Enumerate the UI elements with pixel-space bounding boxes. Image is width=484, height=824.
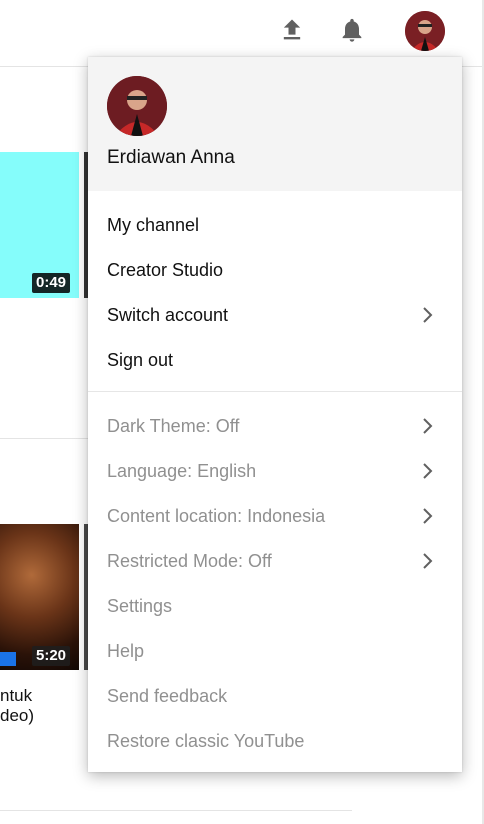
chevron-right-icon bbox=[423, 508, 433, 524]
user-avatar bbox=[107, 76, 167, 136]
menu-item-my-channel[interactable]: My channel bbox=[88, 202, 462, 247]
account-header: Erdiawan Anna bbox=[88, 57, 462, 191]
account-menu: Erdiawan Anna My channel Creator Studio … bbox=[88, 57, 462, 772]
menu-item-label: Content location: Indonesia bbox=[107, 506, 326, 526]
video-duration: 5:20 bbox=[32, 646, 71, 666]
video-title[interactable]: ntuk bbox=[0, 686, 32, 706]
chevron-right-icon bbox=[423, 307, 433, 323]
menu-item-label: Creator Studio bbox=[107, 260, 224, 280]
menu-item-send-feedback[interactable]: Send feedback bbox=[88, 673, 462, 718]
menu-divider bbox=[88, 391, 462, 392]
menu-item-label: Help bbox=[107, 641, 145, 661]
avatar-image bbox=[405, 11, 445, 51]
menu-item-label: Restricted Mode: Off bbox=[107, 551, 272, 571]
section-divider bbox=[0, 438, 95, 439]
menu-item-label: Settings bbox=[107, 596, 173, 616]
menu-item-language[interactable]: Language: English bbox=[88, 448, 462, 493]
section-divider bbox=[0, 810, 352, 811]
menu-item-restricted-mode[interactable]: Restricted Mode: Off bbox=[88, 538, 462, 583]
menu-item-help[interactable]: Help bbox=[88, 628, 462, 673]
user-name: Erdiawan Anna bbox=[107, 147, 235, 168]
video-duration: 0:49 bbox=[32, 273, 71, 293]
menu-item-dark-theme[interactable]: Dark Theme: Off bbox=[88, 403, 462, 448]
menu-item-settings[interactable]: Settings bbox=[88, 583, 462, 628]
menu-item-label: Send feedback bbox=[107, 686, 228, 706]
live-badge bbox=[0, 652, 16, 666]
account-avatar[interactable] bbox=[405, 11, 445, 51]
menu-item-creator-studio[interactable]: Creator Studio bbox=[88, 247, 462, 292]
menu-item-label: Sign out bbox=[107, 350, 174, 370]
menu-item-label: Switch account bbox=[107, 305, 229, 325]
avatar-image bbox=[107, 76, 167, 136]
video-title[interactable]: deo) bbox=[0, 706, 34, 726]
menu-item-label: Restore classic YouTube bbox=[107, 731, 305, 751]
chevron-right-icon bbox=[423, 418, 433, 434]
menu-item-switch-account[interactable]: Switch account bbox=[88, 292, 462, 337]
bell-icon[interactable] bbox=[338, 16, 366, 44]
menu-item-label: Dark Theme: Off bbox=[107, 416, 240, 436]
chevron-right-icon bbox=[423, 553, 433, 569]
menu-item-sign-out[interactable]: Sign out bbox=[88, 337, 462, 382]
menu-item-restore-classic[interactable]: Restore classic YouTube bbox=[88, 718, 462, 763]
chevron-right-icon bbox=[423, 463, 433, 479]
upload-icon[interactable] bbox=[278, 16, 306, 44]
menu-item-label: My channel bbox=[107, 215, 200, 235]
menu-item-label: Language: English bbox=[107, 461, 257, 481]
menu-item-content-location[interactable]: Content location: Indonesia bbox=[88, 493, 462, 538]
